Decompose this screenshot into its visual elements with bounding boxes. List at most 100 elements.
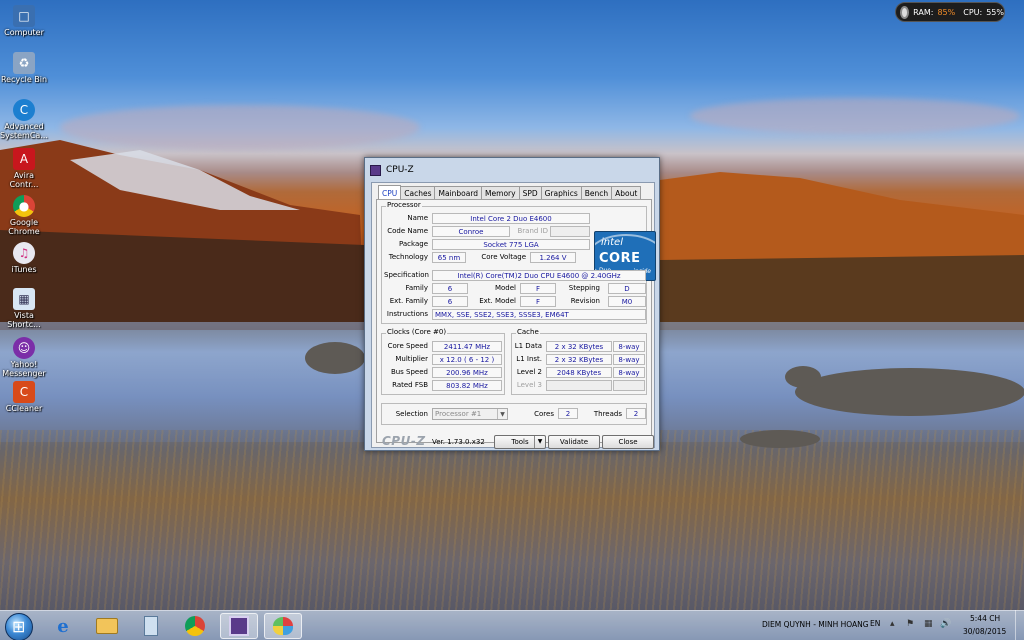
- desktop-icon-advanced-systemcare[interactable]: C Advanced SystemCa...: [0, 99, 48, 140]
- file-explorer-icon: [96, 618, 118, 634]
- clocks-group: Clocks (Core #0) Core Speed 2411.47 MHz …: [381, 328, 505, 395]
- desktop-icon-recycle-bin[interactable]: ♻ Recycle Bin: [0, 52, 48, 84]
- extfamily-label: Ext. Family: [389, 297, 428, 305]
- paint-icon: [273, 617, 293, 635]
- technology-label: Technology: [388, 253, 428, 261]
- processor-group: Processor Name Intel Core 2 Duo E4600 Co…: [381, 201, 656, 324]
- desktop-icon-chrome[interactable]: ● Google Chrome: [0, 195, 48, 236]
- package-value: Socket 775 LGA: [432, 239, 590, 250]
- l1data-label: L1 Data: [514, 342, 542, 350]
- stepping-value: D: [608, 283, 646, 294]
- taskbar-paint[interactable]: [264, 613, 302, 639]
- reeds: [0, 430, 1024, 610]
- desktop-icon-label: Advanced SystemCa...: [0, 122, 48, 140]
- ccleaner-icon: C: [13, 381, 35, 403]
- taskbar-internet-explorer[interactable]: e: [44, 613, 82, 639]
- level2-way: 8-way: [613, 367, 645, 378]
- specification-label: Specification: [384, 271, 429, 279]
- desktop-icon-itunes[interactable]: ♫ iTunes: [0, 242, 48, 274]
- cpuz-app-icon: [370, 164, 381, 176]
- recycle-bin-icon: ♻: [13, 52, 35, 74]
- cpuz-window: CPU-Z CPU Caches Mainboard Memory SPD Gr…: [364, 157, 660, 451]
- technology-value: 65 nm: [432, 252, 466, 263]
- tools-button[interactable]: Tools ▼: [494, 435, 546, 449]
- l1inst-value: 2 x 32 KBytes: [546, 354, 612, 365]
- brandid-label: Brand ID: [517, 227, 548, 235]
- taskbar-chrome[interactable]: [176, 613, 214, 639]
- clock-time[interactable]: 5:44 CH: [970, 614, 1000, 623]
- network-icon[interactable]: ▦: [924, 619, 933, 629]
- revision-value: M0: [608, 296, 646, 307]
- family-value: 6: [432, 283, 468, 294]
- show-desktop-button[interactable]: [1015, 610, 1024, 640]
- taskbar-cpuz[interactable]: [220, 613, 258, 639]
- l1data-way: 8-way: [613, 341, 645, 352]
- cpu-label: CPU:: [963, 7, 983, 17]
- instructions-value: MMX, SSE, SSE2, SSE3, SSSE3, EM64T: [432, 309, 646, 320]
- level2-value: 2048 KBytes: [546, 367, 612, 378]
- cpuz-brand: CPU-Z: [382, 434, 426, 448]
- desktop-icon-yahoo-messenger[interactable]: ☺ Yahoo! Messenger: [0, 337, 48, 378]
- desktop-icon-computer[interactable]: □ Computer: [0, 5, 48, 37]
- level3-label: Level 3: [516, 381, 542, 389]
- specification-value: Intel(R) Core(TM)2 Duo CPU E4600 @ 2.40G…: [432, 270, 646, 281]
- tray-expand-icon[interactable]: ▴: [890, 619, 895, 629]
- tab-cpu[interactable]: CPU: [378, 185, 402, 200]
- processor-select[interactable]: Processor #1 ▼: [432, 408, 508, 420]
- brandid-value: [550, 226, 590, 237]
- model-label: Model: [494, 284, 516, 292]
- rock: [785, 366, 821, 388]
- multiplier-label: Multiplier: [395, 355, 428, 363]
- ratedfsb-value: 803.82 MHz: [432, 380, 502, 391]
- tab-about[interactable]: About: [611, 186, 642, 200]
- title-bar[interactable]: CPU-Z: [365, 158, 659, 182]
- validate-button[interactable]: Validate: [548, 435, 600, 449]
- cpu-tab-panel: Processor Name Intel Core 2 Duo E4600 Co…: [376, 199, 656, 443]
- action-center-icon[interactable]: ⚑: [906, 619, 914, 629]
- language-indicator[interactable]: EN: [870, 619, 880, 628]
- tab-bench[interactable]: Bench: [580, 186, 613, 200]
- taskbar-calculator[interactable]: [132, 613, 170, 639]
- volume-icon[interactable]: 🔊: [940, 619, 951, 629]
- chevron-down-icon: ▼: [497, 409, 507, 419]
- desktop-icon-vista-shortcut[interactable]: ▦ Vista Shortc...: [0, 288, 48, 329]
- package-label: Package: [398, 240, 428, 248]
- tab-graphics[interactable]: Graphics: [540, 186, 582, 200]
- tools-dropdown-icon: ▼: [534, 436, 545, 448]
- model-value: F: [520, 283, 556, 294]
- tab-mainboard[interactable]: Mainboard: [434, 186, 483, 200]
- desktop-icon-avira[interactable]: A Avira Contr...: [0, 148, 48, 189]
- corevoltage-label: Core Voltage: [481, 253, 526, 261]
- codename-label: Code Name: [387, 227, 428, 235]
- tab-spd[interactable]: SPD: [518, 186, 542, 200]
- internet-explorer-icon: e: [57, 615, 69, 637]
- rock: [795, 368, 1024, 416]
- cpu-value: 55%: [986, 7, 1004, 17]
- desktop-icon-label: Google Chrome: [8, 218, 40, 236]
- tab-memory[interactable]: Memory: [481, 186, 520, 200]
- taskbar-file-explorer[interactable]: [88, 613, 126, 639]
- instructions-label: Instructions: [386, 310, 428, 318]
- codename-value: Conroe: [432, 226, 510, 237]
- clock-date[interactable]: 30/08/2015: [963, 627, 1006, 636]
- selection-label: Selection: [395, 410, 428, 418]
- tab-strip: CPU Caches Mainboard Memory SPD Graphics…: [378, 185, 642, 200]
- rock: [305, 342, 365, 374]
- window-body: CPU Caches Mainboard Memory SPD Graphics…: [371, 182, 656, 449]
- now-playing-text[interactable]: DIEM QUYNH - MINH HOANG: [762, 620, 869, 629]
- l1data-value: 2 x 32 KBytes: [546, 341, 612, 352]
- logo-line2: CORE: [599, 251, 641, 266]
- ram-cpu-gadget[interactable]: RAM: 85% CPU: 55%: [895, 2, 1005, 22]
- ram-label: RAM:: [913, 7, 934, 17]
- desktop-icon-label: Avira Contr...: [9, 171, 39, 189]
- start-button[interactable]: [5, 613, 33, 640]
- clocks-group-label: Clocks (Core #0): [386, 328, 448, 336]
- itunes-icon: ♫: [13, 242, 35, 264]
- cache-group-label: Cache: [516, 328, 540, 336]
- l1inst-way: 8-way: [613, 354, 645, 365]
- tab-caches[interactable]: Caches: [400, 186, 436, 200]
- close-button[interactable]: Close: [602, 435, 654, 449]
- selection-group: Selection Processor #1 ▼ Cores 2 Threads…: [381, 403, 647, 425]
- family-label: Family: [405, 284, 428, 292]
- desktop-icon-ccleaner[interactable]: C CCleaner: [0, 381, 48, 413]
